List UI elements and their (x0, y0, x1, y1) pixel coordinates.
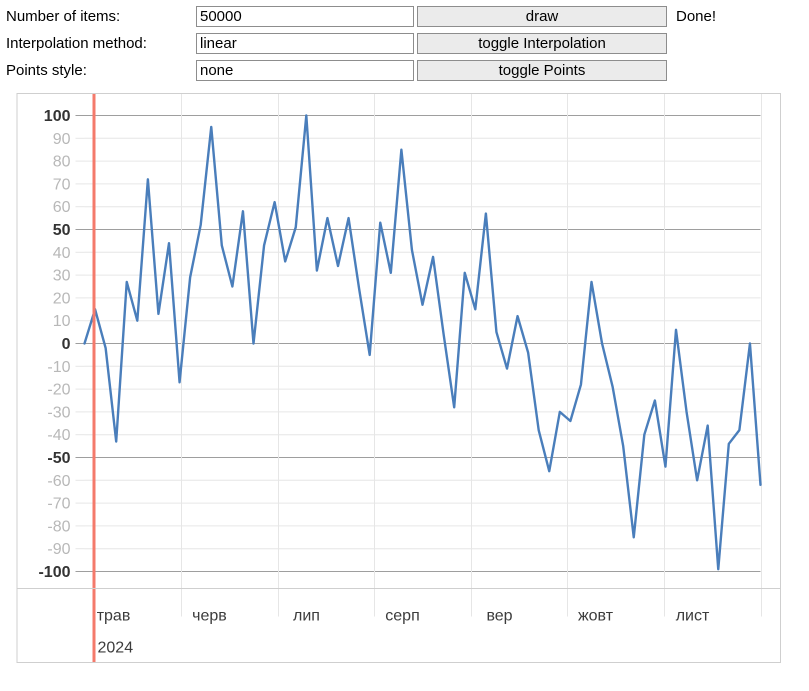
interpolation-label: Interpolation method: (6, 35, 147, 52)
y-tick-label: -100 (38, 564, 70, 581)
toggle-interpolation-button[interactable]: toggle Interpolation (417, 33, 667, 54)
y-tick-label: 70 (53, 176, 71, 193)
y-tick-label: 60 (53, 199, 71, 216)
control-panel: Number of items: draw Done! Interpolatio… (0, 0, 809, 83)
y-tick-label: 80 (53, 154, 71, 171)
x-tick-label: жовт (578, 608, 614, 625)
x-tick-label: серп (385, 608, 419, 625)
y-tick-label: 100 (44, 108, 71, 125)
y-tick-label: -20 (47, 382, 70, 399)
points-style-label: Points style: (6, 62, 87, 79)
control-row-points: Points style: toggle Points (6, 58, 809, 83)
y-tick-label: 50 (53, 222, 71, 239)
interpolation-input[interactable] (196, 33, 414, 54)
y-tick-label: -70 (47, 496, 70, 513)
y-tick-label: 0 (62, 336, 71, 353)
y-tick-label: 40 (53, 245, 71, 262)
x-tick-label: лип (293, 608, 320, 625)
status-text: Done! (676, 8, 717, 25)
y-tick-label: 20 (53, 290, 71, 307)
y-tick-label: -50 (47, 450, 70, 467)
x-tick-label: черв (192, 608, 227, 625)
draw-button[interactable]: draw (417, 6, 667, 27)
items-label: Number of items: (6, 8, 121, 25)
chart-container[interactable]: 100 90 80 70 60 50 40 30 20 10 0 -10 -20 -30 -40 -50 -60… (8, 93, 794, 663)
y-tick-label: -80 (47, 518, 70, 535)
points-style-input[interactable] (196, 60, 414, 81)
y-tick-label: 90 (53, 131, 71, 148)
control-row-interpolation: Interpolation method: toggle Interpolati… (6, 31, 809, 56)
y-tick-label: -10 (47, 359, 70, 376)
x-tick-label: лист (676, 608, 710, 625)
line-chart[interactable]: 1009080706050403020100-10-20-30-40-50-60… (8, 93, 794, 663)
toggle-points-button[interactable]: toggle Points (417, 60, 667, 81)
control-row-items: Number of items: draw Done! (6, 4, 809, 29)
y-tick-label: 10 (53, 313, 71, 330)
items-input[interactable] (196, 6, 414, 27)
y-tick-label: -60 (47, 473, 70, 490)
plot-background (84, 93, 761, 589)
x-tick-label: вер (486, 608, 512, 625)
y-tick-label: 30 (53, 268, 71, 285)
y-tick-label: -90 (47, 541, 70, 558)
x-tick-label: трав (97, 608, 131, 625)
x-axis-period-label: 2024 (98, 640, 134, 657)
y-tick-label: -30 (47, 404, 70, 421)
y-tick-label: -40 (47, 427, 70, 444)
